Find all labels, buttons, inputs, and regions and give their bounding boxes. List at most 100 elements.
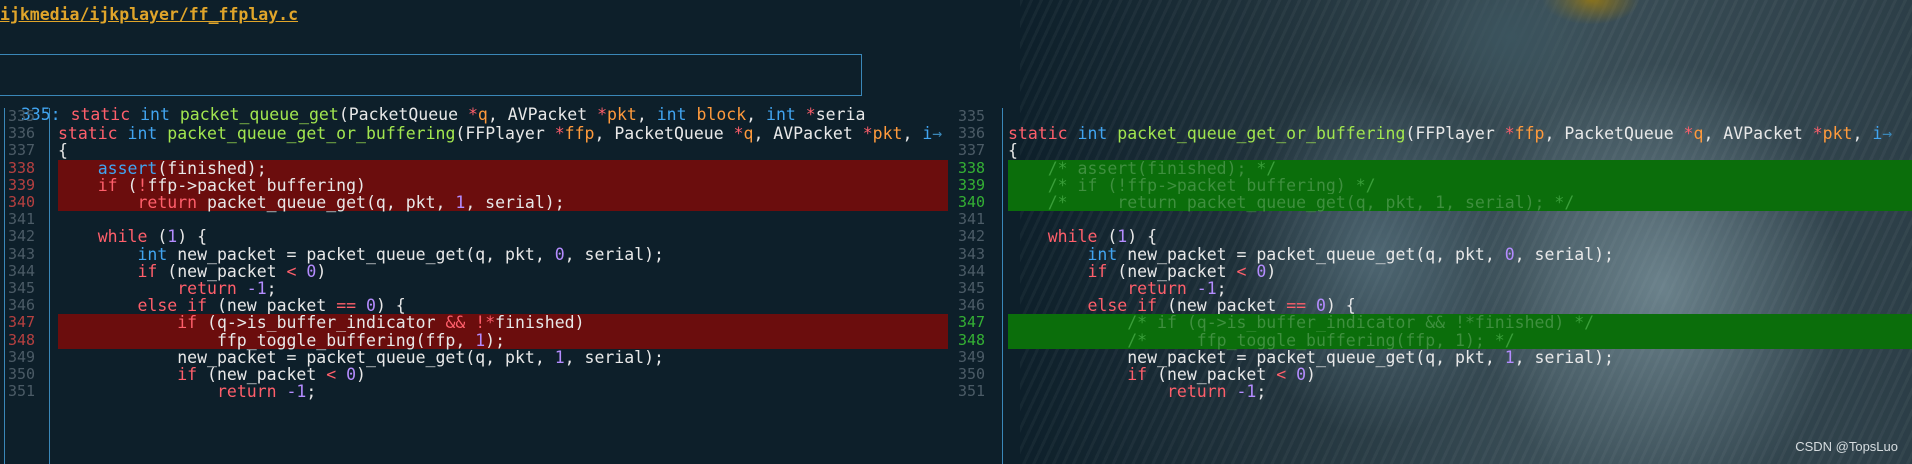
code-line[interactable]: 350 if (new_packet < 0) <box>0 365 948 384</box>
line-number: 342 <box>8 227 36 246</box>
diff-pane-left[interactable]: 335 336 static int packet_queue_get_or_buf… <box>0 108 948 464</box>
line-number: 351 <box>8 382 36 401</box>
code-token: (new_packet <box>197 365 327 384</box>
code-line[interactable]: 346 else if (new_packet == 0) { <box>0 296 948 316</box>
code-token: return <box>1127 279 1187 298</box>
code-line[interactable]: 335 <box>0 108 948 125</box>
code-line[interactable]: 339 if (!ffp->packet_buffering) <box>0 176 948 194</box>
line-number: 341 <box>8 210 36 229</box>
code-token: return packet_queue_get(q, pkt, 1, seria… <box>1067 193 1555 212</box>
code-token: */ <box>1256 158 1277 178</box>
code-token: return <box>1166 382 1227 402</box>
code-token: */ <box>1494 330 1515 350</box>
code-line[interactable]: 342 while (1) { <box>950 227 1912 247</box>
code-token: < <box>286 261 297 281</box>
code-token: -1 <box>286 382 307 402</box>
code-line[interactable]: 338 assert(finished); <box>0 158 948 178</box>
diff-pane-right[interactable]: 335 336 static int packet_queue_get_or_buf… <box>950 108 1912 464</box>
code-line[interactable]: 349 new_packet = packet_queue_get(q, pkt… <box>950 348 1912 366</box>
code-line[interactable]: 343 int new_packet = packet_queue_get(q,… <box>0 244 948 264</box>
code-token: new_packet = packet_queue_get(q, pkt, <box>58 347 555 367</box>
code-line[interactable]: 351 return -1; <box>950 382 1912 402</box>
code-token: ) { <box>1325 296 1356 316</box>
line-number: 347 <box>958 313 986 332</box>
code-token: ) <box>1306 365 1316 384</box>
code-line[interactable]: 349 new_packet = packet_queue_get(q, pkt… <box>0 347 948 367</box>
code-token: ) { <box>375 296 406 316</box>
line-code: { <box>58 142 68 159</box>
code-line[interactable]: 347 /* if (q->is_buffer_indicator && !*f… <box>950 313 1912 332</box>
code-token: 0 <box>346 365 357 384</box>
code-token: assert <box>97 158 158 178</box>
code-line[interactable]: 345 return -1; <box>0 279 948 298</box>
code-line[interactable]: 351 return -1; <box>0 382 948 401</box>
code-token: 1 <box>167 227 178 247</box>
code-token: 1 <box>554 347 565 367</box>
code-line[interactable]: 339 /* if (!ffp->packet_buffering) */ <box>950 175 1912 195</box>
code-line[interactable]: 343 int new_packet = packet_queue_get(q,… <box>950 244 1912 264</box>
code-line[interactable]: 344 if (new_packet < 0) <box>950 262 1912 280</box>
code-line[interactable]: 348 ffp_toggle_buffering(ffp, 1); <box>0 331 948 349</box>
code-token: while <box>1047 227 1098 247</box>
line-number: 348 <box>958 330 986 349</box>
line-code: while (1) { <box>58 228 207 245</box>
file-path-link[interactable]: ijkmedia/ijkplayer/ff_ffplay.c <box>0 2 298 28</box>
code-token: while <box>97 227 148 247</box>
code-line[interactable]: 340 return packet_queue_get(q, pkt, 1, s… <box>0 193 948 212</box>
line-number: 336 <box>958 124 986 143</box>
code-token: static <box>1008 124 1068 144</box>
code-token: , serial); <box>564 347 664 367</box>
code-token: assert(finished); <box>1067 158 1257 178</box>
code-line[interactable]: 342 while (1) { <box>0 227 948 246</box>
code-line[interactable]: 337 { <box>950 142 1912 160</box>
code-token: new_packet = packet_queue_get(q, pkt, <box>167 244 555 264</box>
code-line[interactable]: 350 if (new_packet < 0) <box>950 365 1912 384</box>
code-line[interactable]: 344 if (new_packet < 0) <box>0 262 948 280</box>
code-token: 0 <box>1296 365 1307 384</box>
line-code: return -1; <box>58 383 316 400</box>
line-code: if (new_packet < 0) <box>58 263 326 280</box>
code-token: , <box>902 124 923 144</box>
line-number: 350 <box>958 365 986 383</box>
code-token: 1 <box>1117 227 1128 247</box>
code-line[interactable]: 340 /* return packet_queue_get(q, pkt, 1… <box>950 193 1912 212</box>
code-token: /* <box>1127 330 1148 350</box>
code-line[interactable]: 348 /* ffp_toggle_buffering(ffp, 1); */ <box>950 330 1912 350</box>
code-line[interactable]: 338 /* assert(finished); */ <box>950 158 1912 178</box>
code-token: 0 <box>1504 244 1515 264</box>
line-code: assert(finished); <box>58 158 267 178</box>
code-line[interactable]: 346 else if (new_packet == 0) { <box>950 296 1912 316</box>
code-token: < <box>1276 365 1287 384</box>
code-line[interactable]: 337 { <box>0 142 948 160</box>
line-code: /* return packet_queue_get(q, pkt, 1, se… <box>1008 193 1575 212</box>
line-number: 343 <box>8 244 36 263</box>
code-line[interactable]: 336 static int packet_queue_get_or_buffer… <box>0 124 948 144</box>
code-token: /* <box>1047 175 1068 195</box>
code-token: int <box>1077 124 1108 144</box>
code-line[interactable]: 336 static int packet_queue_get_or_buffer… <box>950 124 1912 144</box>
code-token: (FFPlayer <box>455 124 555 144</box>
code-token: * <box>1812 124 1823 144</box>
code-token: → <box>932 124 943 144</box>
code-line[interactable]: 341 <box>0 210 948 229</box>
code-token: ; <box>266 279 277 298</box>
code-token: if <box>177 365 198 384</box>
code-line[interactable]: 347 if (q->is_buffer_indicator && !*fini… <box>0 314 948 332</box>
code-line[interactable]: 341 <box>950 210 1912 228</box>
code-token: ; <box>306 382 317 402</box>
code-line[interactable]: 335 <box>950 108 1912 125</box>
code-token: ffp <box>564 124 595 144</box>
code-line[interactable]: 345 return -1; <box>950 279 1912 298</box>
code-token: else <box>1087 296 1128 316</box>
